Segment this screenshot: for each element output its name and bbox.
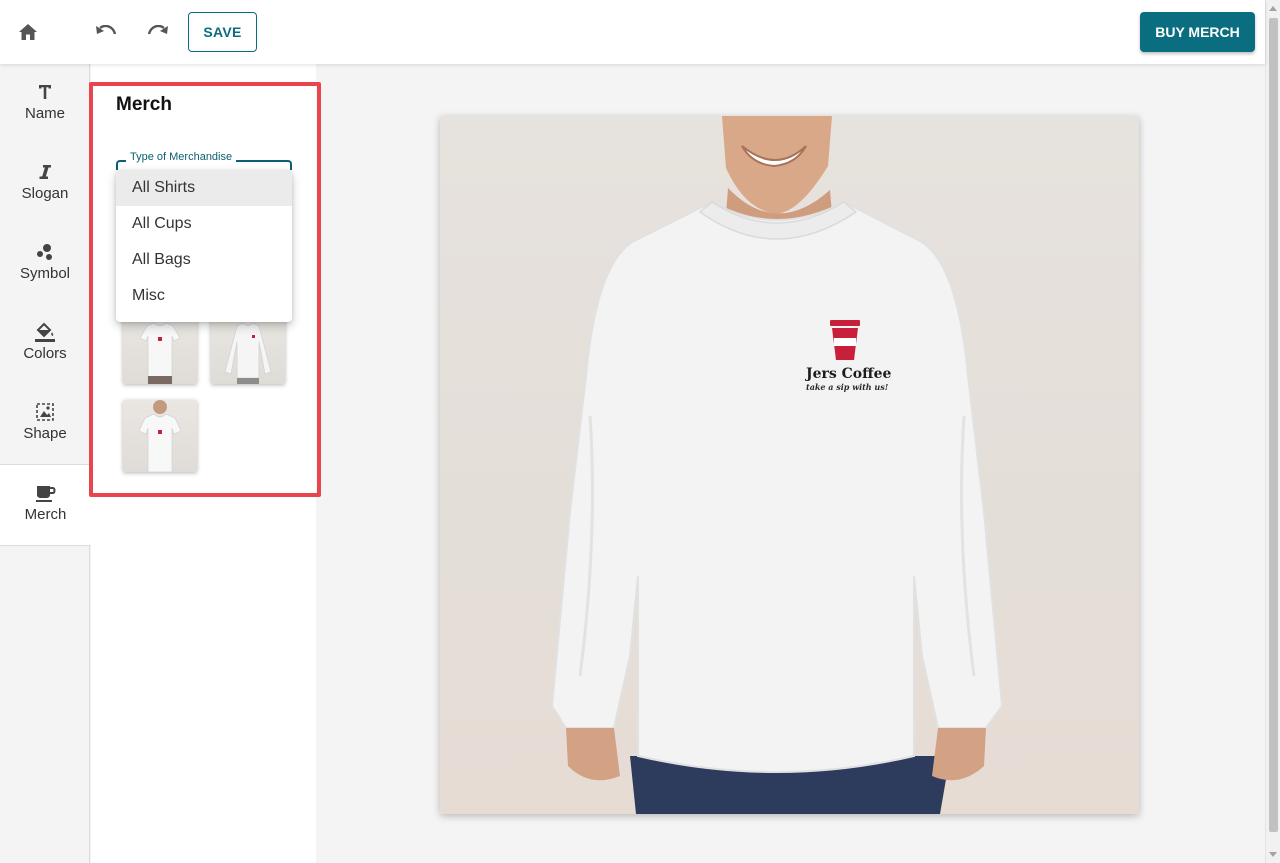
logo-slogan: take a sip with us! — [806, 382, 889, 392]
merch-type-select-label: Type of Merchandise — [126, 151, 237, 163]
save-button[interactable]: SAVE — [188, 12, 257, 52]
shirt-logo: Jers Coffee take a sip with us! — [806, 318, 892, 392]
paint-bucket-icon — [34, 322, 56, 342]
long-sleeve-shirt-image — [550, 116, 1004, 814]
panel-title: Merch — [116, 94, 172, 115]
nav-item-symbol[interactable]: Symbol — [0, 224, 90, 304]
product-preview — [440, 116, 1139, 814]
page-scrollbar[interactable] — [1265, 0, 1280, 863]
undo-icon[interactable] — [90, 16, 122, 48]
nav-item-shape[interactable]: Shape — [0, 384, 90, 464]
nav-label: Symbol — [19, 265, 71, 282]
image-shape-icon — [35, 402, 55, 422]
nav-label: Colors — [23, 345, 67, 362]
nav-label: Name — [24, 105, 65, 122]
merch-thumbnail-womens-tee[interactable] — [123, 312, 197, 384]
option-all-bags[interactable]: All Bags — [116, 242, 292, 278]
merch-thumbnail-long-sleeve[interactable] — [211, 312, 285, 384]
merch-thumbnail-kids-tee[interactable] — [123, 400, 197, 472]
nav-item-merch[interactable]: Merch — [0, 464, 91, 546]
nav-item-slogan[interactable]: Slogan — [0, 144, 90, 224]
logo-brand-name: Jers Coffee — [806, 366, 892, 382]
option-all-shirts[interactable]: All Shirts — [116, 170, 292, 206]
scroll-down-arrow[interactable] — [1269, 852, 1277, 857]
italic-icon — [38, 162, 52, 182]
option-misc[interactable]: Misc — [116, 278, 292, 314]
nav-label: Merch — [24, 506, 67, 523]
merch-type-dropdown: All Shirts All Cups All Bags Misc — [116, 170, 292, 322]
buy-merch-button[interactable]: BUY MERCH — [1140, 12, 1255, 52]
left-nav: Name Slogan Symbol Colors Shape Merch — [0, 64, 91, 863]
nav-item-colors[interactable]: Colors — [0, 304, 90, 384]
nav-item-name[interactable]: Name — [0, 64, 90, 144]
scroll-up-arrow[interactable] — [1269, 6, 1277, 11]
text-icon — [37, 82, 53, 102]
mug-icon — [35, 483, 57, 503]
symbol-icon — [36, 242, 54, 262]
scroll-thumb[interactable] — [1269, 18, 1278, 832]
top-toolbar: SAVE BUY MERCH — [0, 0, 1265, 64]
option-all-cups[interactable]: All Cups — [116, 206, 292, 242]
nav-label: Shape — [23, 425, 67, 442]
nav-label: Slogan — [21, 185, 69, 202]
home-icon[interactable] — [12, 16, 44, 48]
redo-icon[interactable] — [142, 16, 174, 48]
